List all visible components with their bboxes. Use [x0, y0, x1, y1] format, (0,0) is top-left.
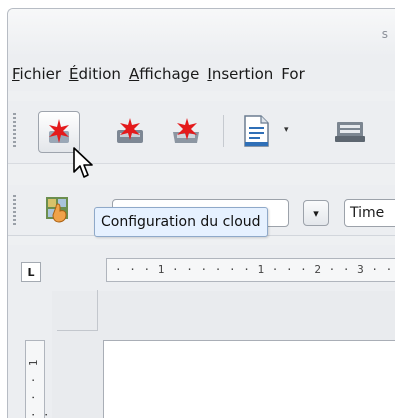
document-page[interactable] — [103, 340, 395, 418]
menu-affichage[interactable]: Affichage — [125, 65, 203, 83]
mouse-pointer-icon — [73, 147, 93, 178]
new-document-icon — [244, 115, 269, 147]
cloud-open-star-icon — [117, 118, 143, 143]
title-bar: s — [8, 9, 395, 57]
paragraph-style-dropdown[interactable]: ▾ — [303, 200, 329, 226]
menu-fichier[interactable]: Fichier — [8, 65, 65, 83]
new-dropdown-arrow[interactable]: ▾ — [284, 125, 289, 135]
open-button[interactable] — [330, 111, 370, 151]
open-folder-icon — [335, 122, 365, 142]
new-document-button[interactable] — [236, 111, 276, 151]
cloud-save-star-icon — [173, 118, 199, 143]
styles-hand-icon — [46, 197, 68, 223]
cloud-open-button[interactable] — [110, 111, 150, 151]
document-area: L · · · 1 · · · · · · 1 · · · 2 · · 3 · … — [8, 245, 395, 418]
menu-bar: Fichier Édition Affichage Insertion For — [8, 57, 395, 91]
tab-stop-selector[interactable]: L — [21, 262, 41, 282]
styles-button[interactable] — [42, 191, 74, 225]
tooltip: Configuration du cloud — [94, 207, 268, 237]
menu-format[interactable]: For — [277, 65, 308, 83]
vertical-ruler-marks: · · · 1 · — [27, 357, 53, 418]
application-window: s Fichier Édition Affichage Insertion Fo… — [7, 8, 395, 418]
horizontal-ruler[interactable]: · · · 1 · · · · · · 1 · · · 2 · · 3 · · — [106, 258, 395, 282]
vertical-ruler[interactable]: · · · 1 · — [25, 340, 53, 418]
menu-edition[interactable]: Édition — [65, 65, 125, 83]
cloud-config-star-icon — [49, 119, 69, 143]
font-name-input[interactable]: Time — [344, 199, 395, 227]
tab-type-icon: L — [27, 265, 35, 279]
menu-insertion[interactable]: Insertion — [203, 65, 277, 83]
window-title: s — [381, 27, 388, 41]
toolbar-separator — [223, 115, 224, 147]
cloud-save-button[interactable] — [166, 111, 206, 151]
toolbar-grip[interactable] — [13, 113, 16, 149]
page-margin-corner — [57, 290, 98, 331]
toolbar-grip[interactable] — [13, 195, 16, 227]
chevron-down-icon: ▾ — [313, 206, 319, 220]
standard-toolbar: ▾ — [8, 101, 395, 164]
